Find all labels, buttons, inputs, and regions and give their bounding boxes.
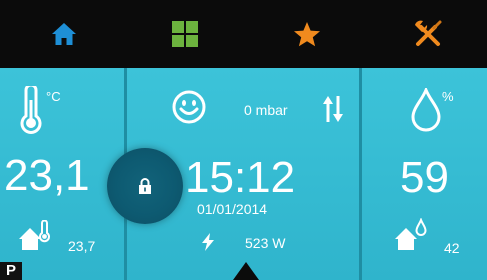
lock-button[interactable]: [107, 148, 183, 224]
home-button[interactable]: [34, 12, 94, 56]
tools-icon: [415, 20, 442, 46]
power-value: 523 W: [245, 235, 286, 251]
thermometer-icon: [20, 86, 42, 134]
humidity-value: 59: [400, 153, 449, 202]
favorites-button[interactable]: [277, 12, 337, 56]
star-icon: [294, 22, 320, 47]
temperature-unit: °C: [46, 89, 61, 104]
temperature-value: 23,1: [4, 151, 90, 200]
time-display: 15:12: [185, 153, 296, 202]
date-display: 01/01/2014: [197, 201, 268, 217]
pressure-value: 0 mbar: [244, 102, 288, 118]
temperature-panel[interactable]: °C 23,1 23,7: [0, 68, 124, 280]
up-down-arrows-icon: [323, 96, 343, 122]
top-nav-bar: [0, 0, 487, 68]
water-drop-icon: [411, 88, 441, 132]
corner-label: P: [0, 262, 22, 280]
indoor-temperature-icon: [19, 220, 50, 250]
home-icon: [52, 23, 76, 45]
settings-button[interactable]: [398, 12, 458, 56]
indoor-humidity-value: 42: [444, 240, 460, 256]
indoor-humidity-icon: [395, 218, 427, 250]
expand-arrow-button[interactable]: [233, 262, 259, 280]
indoor-temperature-value: 23,7: [68, 238, 96, 254]
lock-icon: [139, 178, 151, 194]
smiley-icon: [172, 90, 206, 124]
humidity-panel[interactable]: % 59 42: [362, 68, 487, 280]
grid-icon: [172, 21, 198, 47]
lightning-icon: [202, 233, 214, 251]
humidity-unit: %: [442, 89, 454, 104]
thermostat-display: °C 23,1 23,7 0 mbar 15:12 01/01/2014 523…: [0, 0, 487, 280]
grid-menu-button[interactable]: [155, 12, 215, 56]
